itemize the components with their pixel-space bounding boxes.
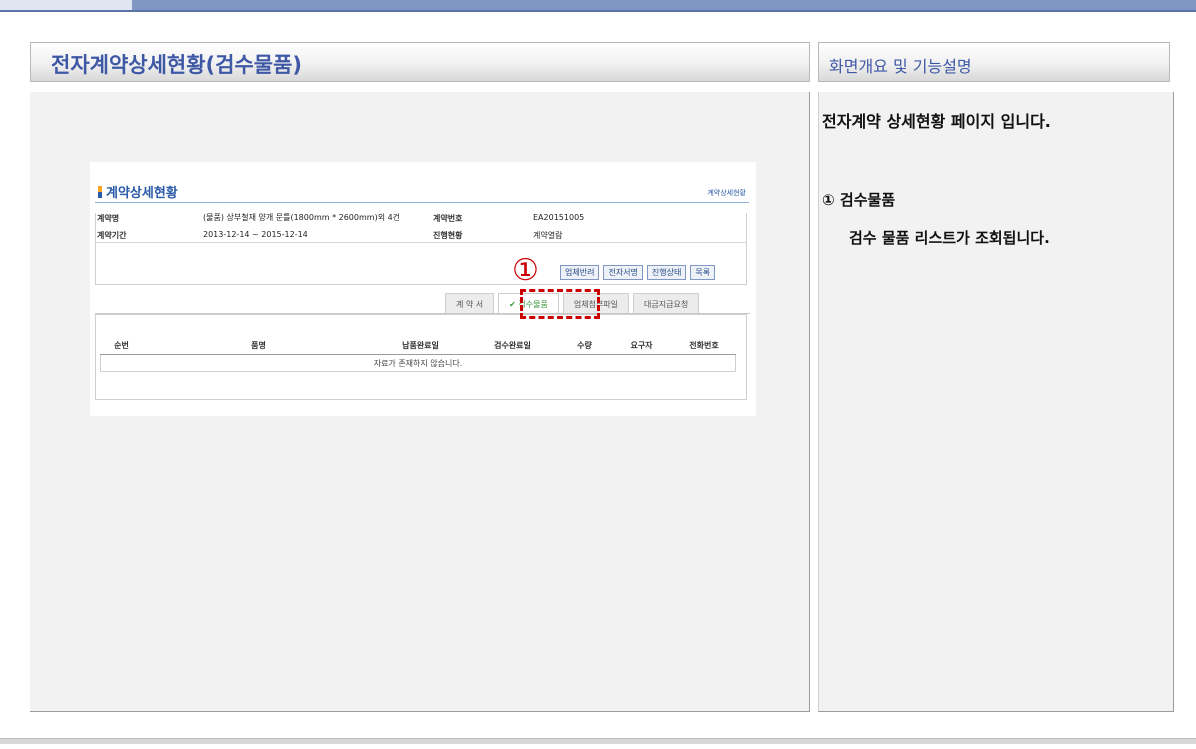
empty-message: 자료가 존재하지 않습니다. — [100, 354, 736, 372]
list-button[interactable]: 목록 — [690, 265, 716, 280]
col-seq: 순번 — [100, 336, 143, 355]
title-marker-icon — [98, 185, 102, 198]
col-requester: 요구자 — [610, 336, 673, 355]
contract-info-table: 계약명 (물품) 상부철재 양개 문틀(1800mm * 2600mm)외 4건… — [95, 213, 745, 244]
contract-no-label: 계약번호 — [433, 214, 463, 223]
status-label: 진행현황 — [433, 231, 463, 240]
overview-title: 화면개요 및 기능설명 — [829, 57, 972, 76]
contract-period-label: 계약기간 — [97, 231, 127, 240]
screen-title-text: 계약상세현황 — [106, 186, 178, 201]
description-item-text: 검수 물품 리스트가 조회됩니다. — [849, 229, 1050, 247]
contract-period-value: 2013-12-14 ~ 2015-12-14 — [203, 230, 308, 239]
reject-button[interactable]: 업체반려 — [560, 265, 600, 280]
contract-detail-screen: 계약상세현황 계약상세현황 계약명 (물품) 상부철재 양개 문틀(1800mm… — [90, 162, 756, 416]
contract-name-label: 계약명 — [97, 214, 120, 223]
screen-title: 계약상세현황 — [98, 182, 178, 201]
progress-status-button[interactable]: 진행상태 — [646, 265, 687, 280]
col-inspection-date: 검수완료일 — [466, 336, 559, 355]
action-buttons: 업체반려 전자서명 진행상태 목록 — [560, 265, 716, 280]
e-sign-button[interactable]: 전자서명 — [603, 265, 643, 280]
inspection-items-table: 순번 품명 납품완료일 검수완료일 수량 요구자 전화번호 자료가 존재하지 않… — [100, 336, 736, 372]
status-value: 계약열람 — [533, 231, 563, 240]
contract-name-value: (물품) 상부철재 양개 문틀(1800mm * 2600mm)외 4건 — [203, 213, 401, 222]
breadcrumb[interactable]: 계약상세현황 — [707, 188, 746, 198]
tab-contract[interactable]: 계 약 서 — [445, 293, 495, 314]
page-title: 전자계약상세현황(검수물품) — [51, 53, 303, 77]
col-quantity: 수량 — [558, 336, 611, 355]
col-delivery-date: 납품완료일 — [374, 336, 467, 355]
description-item-title: ① 검수물품 — [822, 191, 896, 209]
col-item-name: 품명 — [142, 336, 375, 355]
top-banner-strip — [0, 10, 1196, 12]
top-banner — [0, 0, 1196, 12]
table-header-row: 순번 품명 납품완료일 검수완료일 수량 요구자 전화번호 — [100, 336, 736, 355]
description-panel: 전자계약 상세현황 페이지 입니다. ① 검수물품 검수 물품 리스트가 조회됩… — [818, 92, 1174, 712]
callout-marker: ① — [512, 253, 539, 288]
col-phone: 전화번호 — [672, 336, 736, 355]
title-rule — [95, 202, 749, 203]
tab-highlight-box — [520, 289, 600, 319]
contract-no-value: EA20151005 — [533, 213, 585, 222]
table-row: 자료가 존재하지 않습니다. — [100, 354, 736, 372]
description-intro: 전자계약 상세현황 페이지 입니다. — [822, 112, 1051, 131]
right-header: 화면개요 및 기능설명 — [818, 42, 1170, 82]
bottom-divider — [0, 738, 1196, 744]
tab-payment-request[interactable]: 대금지급요청 — [633, 293, 700, 314]
left-header: 전자계약상세현황(검수물품) — [30, 42, 810, 82]
